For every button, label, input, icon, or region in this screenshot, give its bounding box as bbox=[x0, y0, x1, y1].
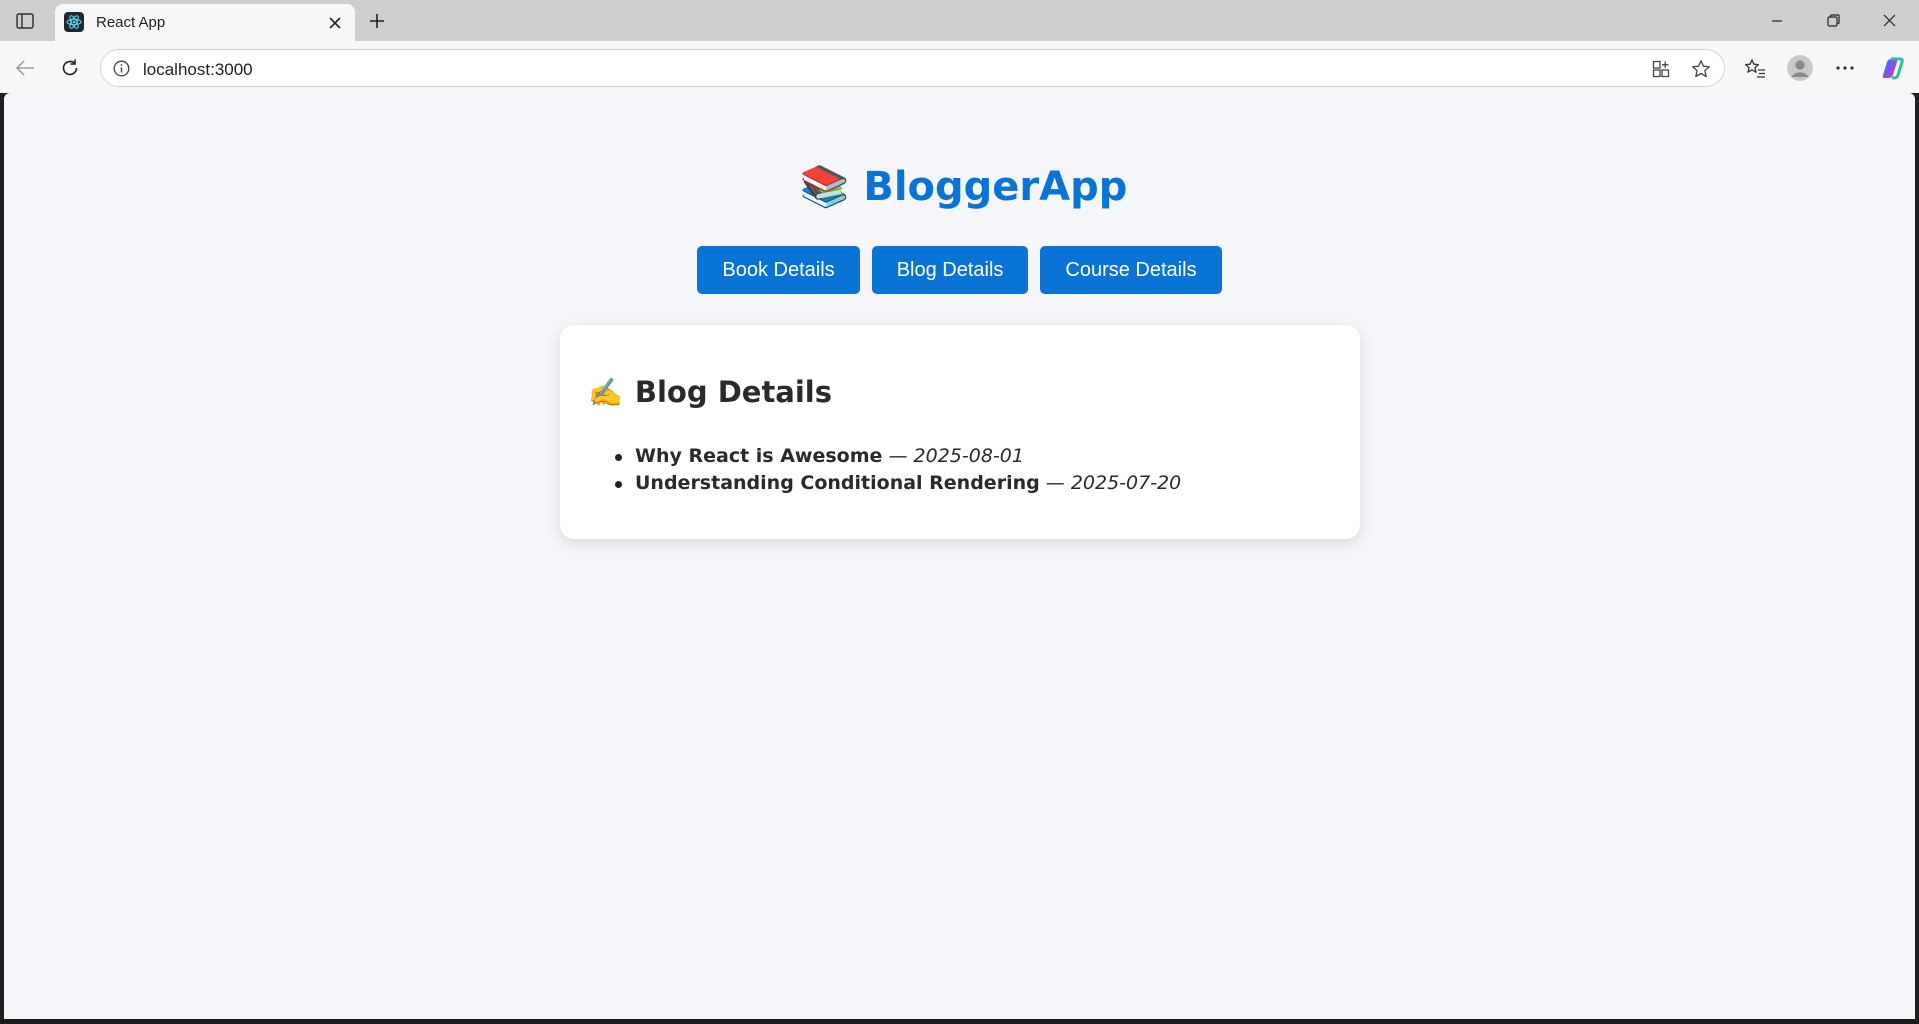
course-details-button[interactable]: Course Details bbox=[1040, 246, 1222, 294]
post-title: Why React is Awesome bbox=[635, 445, 883, 467]
taskbar-edge bbox=[0, 1019, 1919, 1024]
book-details-button[interactable]: Book Details bbox=[697, 246, 860, 294]
app-title: 📚 BloggerApp bbox=[4, 163, 1919, 210]
section-heading: ✍️ Blog Details bbox=[588, 375, 832, 409]
post-title: Understanding Conditional Rendering bbox=[635, 472, 1040, 494]
tab-title: React App bbox=[96, 14, 166, 31]
app-title-text: BloggerApp bbox=[863, 164, 1128, 210]
close-window-icon[interactable] bbox=[1861, 0, 1917, 41]
list-item: Why React is Awesome — 2025-08-01 bbox=[614, 443, 1181, 470]
favorite-star-icon[interactable] bbox=[1690, 58, 1712, 80]
app-available-icon[interactable] bbox=[1650, 58, 1672, 80]
more-options-icon[interactable] bbox=[1830, 53, 1860, 83]
books-icon: 📚 bbox=[799, 164, 850, 210]
list-item: Understanding Conditional Rendering — 20… bbox=[614, 470, 1182, 497]
page-viewport: 📚 BloggerApp Book Details Blog Details C… bbox=[4, 93, 1915, 1019]
refresh-icon[interactable] bbox=[55, 53, 85, 83]
blog-details-button[interactable]: Blog Details bbox=[871, 246, 1029, 294]
react-favicon-icon bbox=[64, 12, 84, 32]
new-tab-icon[interactable] bbox=[363, 7, 391, 35]
sidebar-toggle-icon[interactable] bbox=[10, 8, 40, 34]
url-text: localhost:3000 bbox=[143, 60, 253, 79]
post-separator: — bbox=[882, 445, 914, 467]
copilot-icon[interactable] bbox=[1878, 53, 1908, 83]
blog-details-card: ✍️ Blog Details Why React is Awesome — 2… bbox=[560, 325, 1360, 539]
post-date: 2025-07-20 bbox=[1070, 472, 1182, 494]
browser-toolbar: localhost:3000 bbox=[0, 41, 1919, 93]
back-arrow-icon[interactable] bbox=[10, 53, 40, 83]
browser-tab[interactable]: React App bbox=[55, 4, 355, 41]
section-heading-text: Blog Details bbox=[634, 375, 833, 409]
post-date: 2025-08-01 bbox=[913, 445, 1024, 467]
post-separator: — bbox=[1039, 472, 1071, 494]
tab-close-icon[interactable] bbox=[323, 11, 347, 35]
profile-avatar-icon[interactable] bbox=[1785, 53, 1815, 83]
restore-icon[interactable] bbox=[1805, 0, 1861, 41]
tab-strip: React App bbox=[0, 0, 1919, 41]
address-bar[interactable]: localhost:3000 bbox=[100, 49, 1725, 87]
writing-hand-icon: ✍️ bbox=[588, 375, 623, 409]
nav-buttons: Book Details Blog Details Course Details bbox=[4, 246, 1915, 294]
site-info-icon[interactable] bbox=[112, 59, 130, 77]
favorites-list-icon[interactable] bbox=[1740, 53, 1770, 83]
blog-post-list: Why React is Awesome — 2025-08-01 Unders… bbox=[614, 443, 1182, 497]
minimize-icon[interactable] bbox=[1749, 0, 1805, 41]
